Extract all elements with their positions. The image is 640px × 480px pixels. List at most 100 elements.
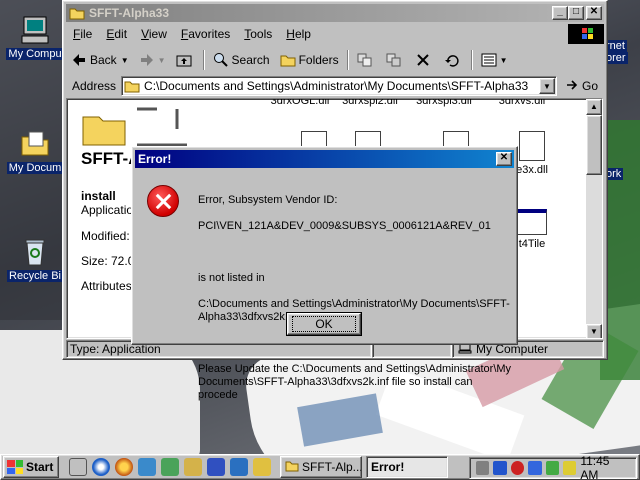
file-name: 3drxspl2.dll — [342, 98, 398, 107]
chevron-down-icon[interactable]: ▼ — [538, 78, 555, 94]
app-icon[interactable] — [161, 458, 179, 476]
file-item[interactable]: 3drxOGL.dll — [263, 99, 337, 107]
copy-to-icon — [386, 52, 402, 68]
close-button[interactable]: ✕ — [496, 152, 512, 166]
taskbar-item-error[interactable]: Error! — [366, 456, 448, 478]
window-app-icon — [517, 209, 547, 235]
vertical-scrollbar[interactable]: ▲ ▼ — [586, 99, 602, 338]
windows-logo-icon — [568, 24, 604, 44]
error-message-line: is not listed in — [198, 272, 265, 284]
file-name: 3drxspl3.dll — [416, 98, 472, 107]
tray-icon[interactable] — [510, 461, 525, 475]
show-desktop-icon[interactable] — [69, 458, 87, 476]
address-label: Address — [72, 79, 117, 93]
copy-to-button[interactable] — [381, 49, 410, 71]
file-name: t4Tile — [518, 238, 546, 250]
search-label: Search — [231, 53, 270, 67]
go-arrow-icon — [565, 78, 579, 95]
tool-icon[interactable] — [184, 458, 202, 476]
selected-file-attributes: Attributes: — [81, 279, 136, 293]
delete-icon — [415, 52, 431, 68]
desktop-icon-recycle-bin[interactable]: Recycle Bi — [4, 236, 66, 282]
go-label: Go — [581, 79, 598, 93]
undo-icon — [444, 52, 460, 68]
forward-button[interactable]: ▼ — [134, 49, 171, 71]
taskbar-item-label: SFFT-Alp... — [302, 460, 362, 474]
dialog-title: Error! — [138, 152, 172, 166]
desktop-icon-label: Recycle Bi — [7, 270, 63, 282]
documents-folder-icon — [19, 128, 51, 160]
maximize-button[interactable]: □ — [568, 6, 584, 20]
file-item[interactable]: 3drxspl2.dll — [333, 98, 407, 107]
windows-flag-icon — [7, 460, 23, 474]
system-tray: 11:45 AM — [469, 454, 637, 480]
internet-explorer-icon[interactable] — [92, 458, 110, 476]
desktop-icon-label: My Compu — [6, 48, 64, 60]
move-to-button[interactable] — [352, 49, 381, 71]
search-icon — [213, 52, 229, 68]
scroll-thumb[interactable] — [586, 115, 602, 175]
taskbar: Start SFFT-Alp... Error! 11:45 AM — [0, 454, 640, 480]
app-icon[interactable] — [207, 458, 225, 476]
error-message: Error, Subsystem Vendor ID: PCI\VEN_121A… — [198, 181, 514, 415]
menu-favorites[interactable]: Favorites — [174, 27, 237, 41]
app-icon[interactable] — [230, 458, 248, 476]
tray-icon[interactable] — [562, 461, 577, 475]
folder-icon — [69, 6, 85, 20]
error-message-line: Error, Subsystem Vendor ID: — [198, 194, 338, 206]
start-button[interactable]: Start — [3, 456, 59, 478]
desktop-icon-my-computer[interactable]: My Compu — [4, 14, 66, 60]
close-button[interactable]: ✕ — [586, 6, 602, 20]
file-name: 3drxvs.dll — [498, 98, 546, 107]
file-item[interactable]: 3drxvs.dll — [485, 98, 559, 107]
clock[interactable]: 11:45 AM — [580, 454, 628, 480]
tray-icon[interactable] — [493, 461, 507, 475]
minimize-button[interactable]: _ — [552, 6, 568, 20]
desktop-icon-my-documents[interactable]: My Docum — [4, 128, 66, 174]
menu-file[interactable]: File — [66, 27, 99, 41]
tray-icon[interactable] — [528, 461, 542, 475]
folders-label: Folders — [298, 53, 339, 67]
address-value: C:\Documents and Settings\Administrator\… — [144, 79, 529, 93]
back-button[interactable]: Back ▼ — [66, 49, 134, 71]
forward-arrow-icon — [139, 52, 155, 68]
tray-icon[interactable] — [545, 461, 559, 475]
desktop-icon-internet-explorer[interactable]: rnet orer — [604, 40, 640, 64]
large-folder-icon — [77, 105, 187, 152]
address-input[interactable]: C:\Documents and Settings\Administrator\… — [121, 76, 557, 96]
scroll-down-button[interactable]: ▼ — [586, 324, 602, 338]
toolbar-separator — [470, 50, 473, 70]
menu-bar: File Edit View Favorites Tools Help — [66, 24, 604, 44]
views-icon — [481, 52, 497, 68]
chevron-down-icon[interactable]: ▼ — [121, 56, 129, 65]
pencil-icon[interactable] — [253, 458, 271, 476]
chevron-down-icon[interactable]: ▼ — [158, 56, 166, 65]
taskbar-item-explorer[interactable]: SFFT-Alp... — [280, 456, 362, 478]
delete-button[interactable] — [410, 49, 439, 71]
menu-tools[interactable]: Tools — [237, 27, 279, 41]
error-message-line: Please Update the C:\Documents and Setti… — [198, 363, 512, 401]
desktop-icon-network[interactable]: ork — [604, 168, 640, 180]
selected-file-size: Size: 72.0 — [81, 254, 135, 268]
network-icon[interactable] — [138, 458, 156, 476]
menu-edit[interactable]: Edit — [99, 27, 134, 41]
window-title: SFFT-Alpha33 — [89, 6, 170, 20]
volume-icon[interactable] — [476, 461, 490, 475]
up-folder-button[interactable] — [171, 49, 200, 71]
undo-button[interactable] — [439, 49, 468, 71]
browser-icon[interactable] — [115, 458, 133, 476]
file-item[interactable]: 3drxspl3.dll — [407, 98, 481, 107]
chevron-down-icon[interactable]: ▼ — [500, 56, 508, 65]
explorer-titlebar[interactable]: SFFT-Alpha33 _ □ ✕ — [66, 4, 604, 22]
dialog-titlebar[interactable]: Error! ✕ — [135, 150, 514, 168]
menu-help[interactable]: Help — [279, 27, 318, 41]
ok-button[interactable]: OK — [286, 312, 362, 336]
recycle-bin-icon — [19, 236, 51, 268]
go-button[interactable]: Go — [557, 78, 604, 95]
views-button[interactable]: ▼ — [476, 49, 513, 71]
scroll-up-button[interactable]: ▲ — [586, 99, 602, 115]
search-button[interactable]: Search — [208, 49, 275, 71]
gear-document-icon — [519, 131, 545, 161]
menu-view[interactable]: View — [134, 27, 174, 41]
folders-button[interactable]: Folders — [275, 49, 344, 71]
